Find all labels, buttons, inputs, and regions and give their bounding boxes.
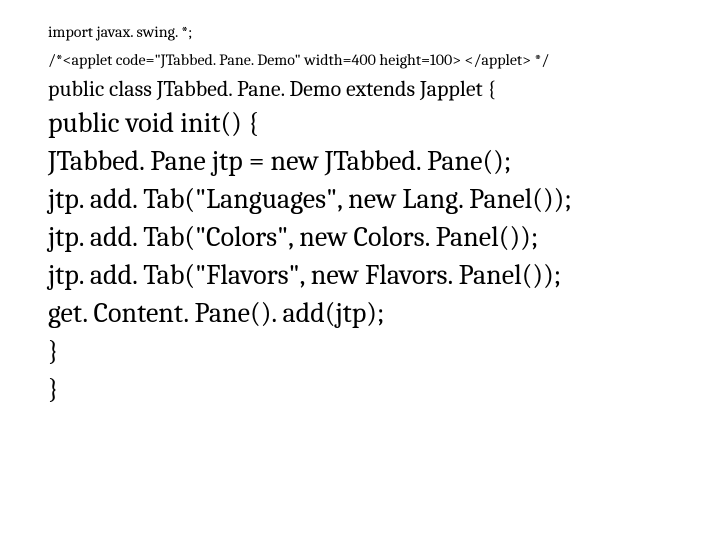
code-line: public void init() { [48,104,668,142]
code-line: JTabbed. Pane jtp = new JTabbed. Pane(); [48,142,668,180]
code-line: jtp. add. Tab("Languages", new Lang. Pan… [48,180,668,218]
code-line: jtp. add. Tab("Colors", new Colors. Pane… [48,218,668,256]
code-line: public class JTabbed. Pane. Demo extends… [48,74,668,104]
code-line: } [48,332,668,370]
code-slide: import javax. swing. *; /*<applet code="… [0,0,668,408]
code-line: import javax. swing. *; [48,18,668,46]
code-line: get. Content. Pane(). add(jtp); [48,294,668,332]
code-line: } [48,370,668,408]
code-line: /*<applet code="JTabbed. Pane. Demo" wid… [48,46,668,74]
code-line: jtp. add. Tab("Flavors", new Flavors. Pa… [48,256,668,294]
